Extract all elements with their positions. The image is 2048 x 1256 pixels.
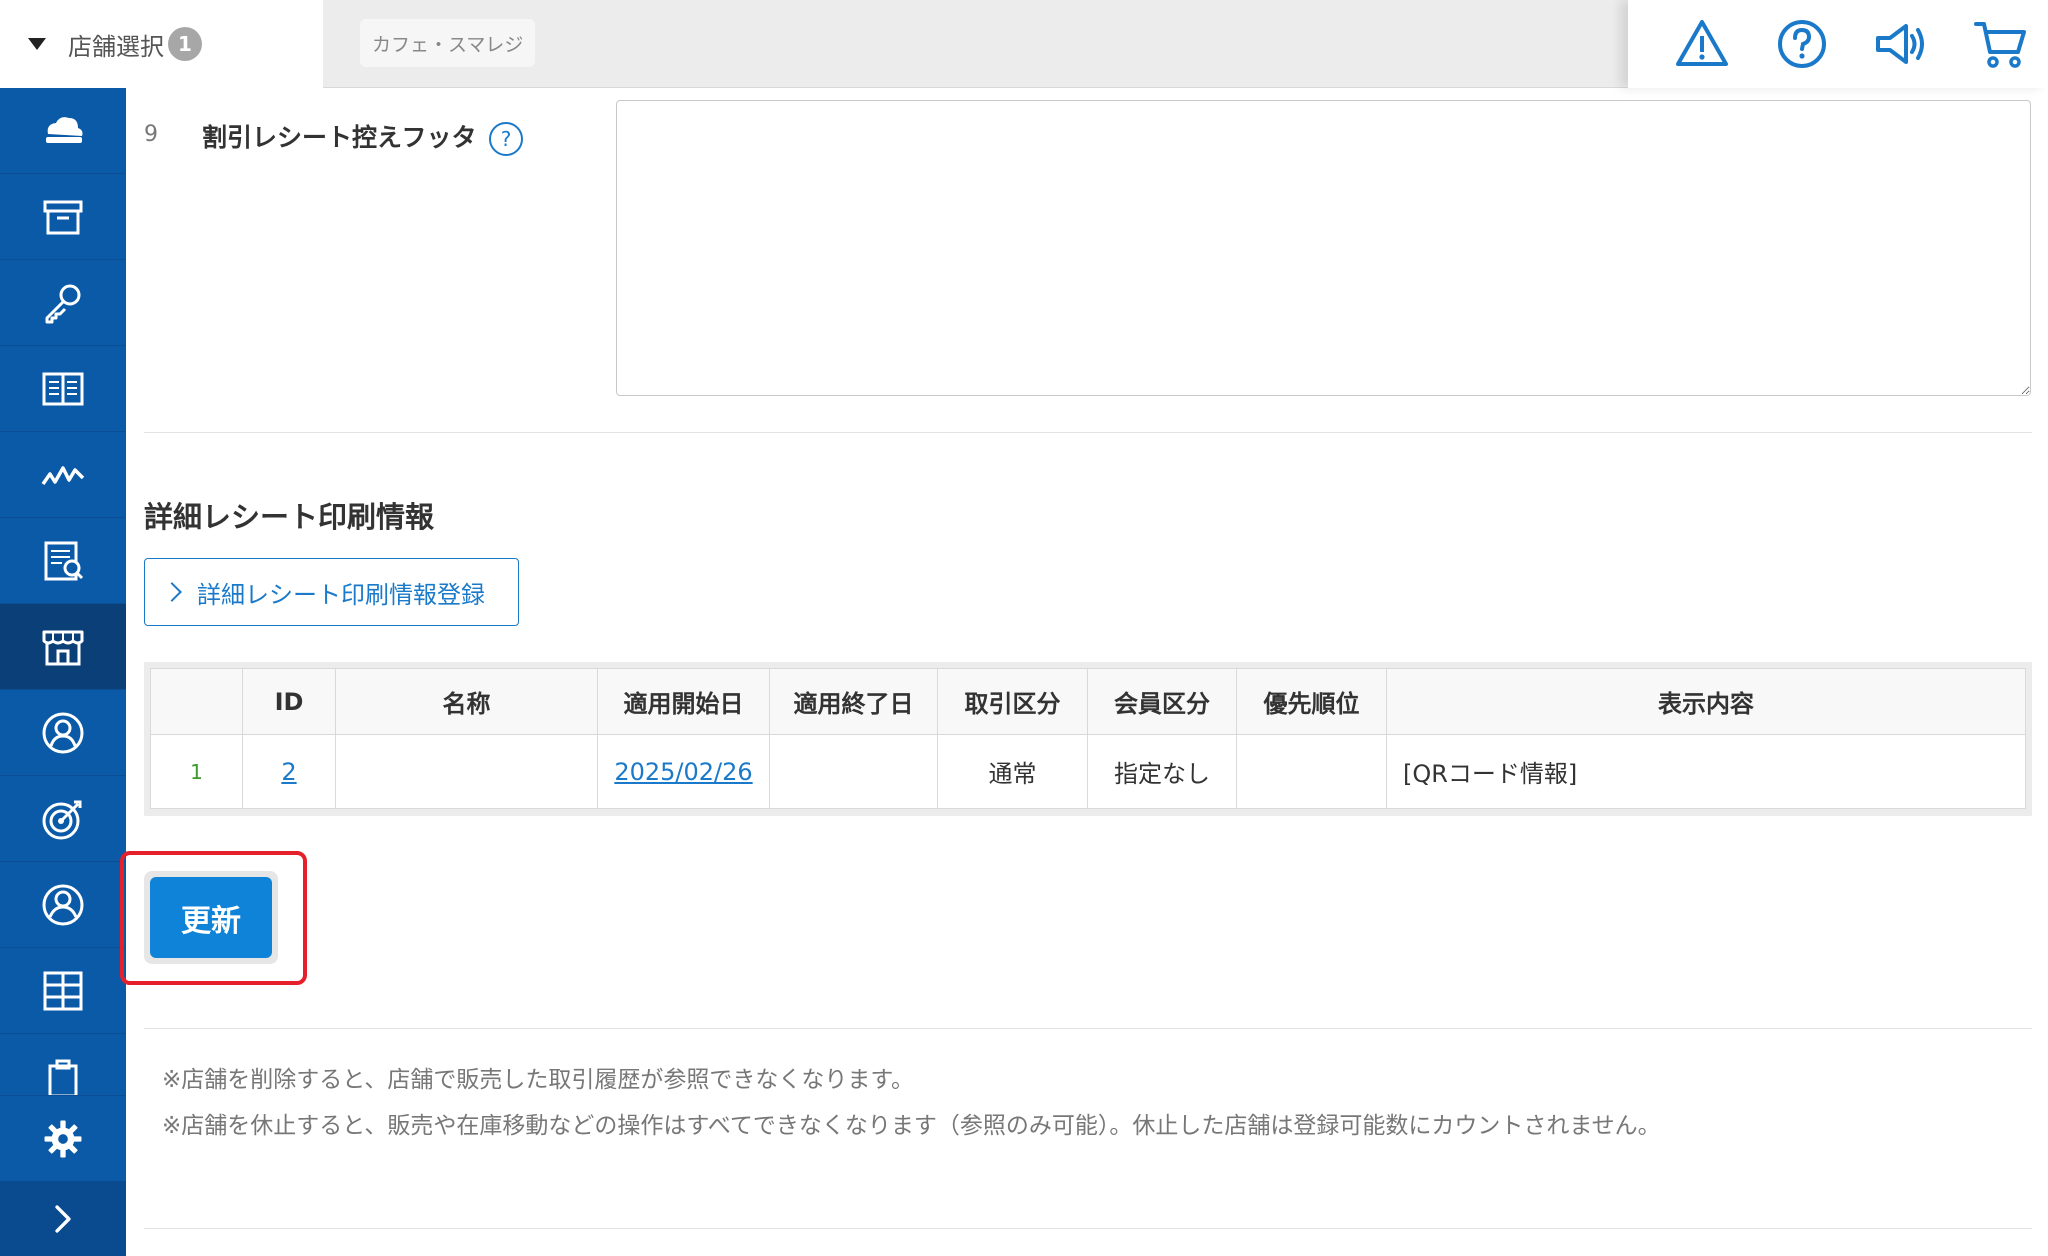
gear-icon bbox=[44, 1120, 82, 1157]
delete-store-note: ※店舗を削除すると、店舗で販売した取引履歴が参照できなくなります。 bbox=[162, 1067, 915, 1093]
col-header-member-type: 会員区分 bbox=[1087, 668, 1237, 735]
megaphone-icon[interactable] bbox=[1872, 16, 1928, 72]
sidebar-item-grid[interactable] bbox=[0, 948, 126, 1034]
row-number: 9 bbox=[144, 122, 158, 147]
sidebar-item-archive[interactable] bbox=[0, 174, 126, 260]
col-header-id: ID bbox=[242, 668, 336, 735]
section-divider bbox=[144, 432, 2032, 433]
cell-display-content: [QRコード情報] bbox=[1386, 734, 2026, 809]
detail-receipt-section-title: 詳細レシート印刷情報 bbox=[144, 500, 435, 534]
chevron-right-icon bbox=[55, 1204, 71, 1233]
archive-icon bbox=[43, 200, 83, 234]
key-icon bbox=[45, 284, 81, 323]
cell-id: 2 bbox=[242, 734, 336, 809]
col-header-display-content: 表示内容 bbox=[1386, 668, 2026, 735]
help-tooltip-icon[interactable]: ? bbox=[489, 122, 523, 156]
suspend-store-note: ※店舗を休止すると、販売や在庫移動などの操作はすべてできなくなります（参照のみ可… bbox=[162, 1113, 1661, 1139]
sidebar-item-target[interactable] bbox=[0, 776, 126, 862]
bottom-divider bbox=[144, 1228, 2032, 1229]
update-button[interactable]: 更新 bbox=[150, 877, 272, 958]
store-icon bbox=[42, 630, 84, 665]
discount-receipt-footer-textarea[interactable] bbox=[616, 100, 2031, 396]
sidebar-item-cloud[interactable] bbox=[0, 88, 126, 174]
col-header-transaction-type: 取引区分 bbox=[937, 668, 1088, 735]
cell-priority bbox=[1236, 734, 1387, 809]
user-icon bbox=[42, 884, 84, 925]
cell-end-date bbox=[769, 734, 938, 809]
sidebar bbox=[0, 88, 126, 1256]
target-icon bbox=[42, 800, 82, 839]
col-header-start-date: 適用開始日 bbox=[597, 668, 770, 735]
discount-receipt-footer-label: 割引レシート控えフッタ bbox=[202, 123, 477, 152]
caret-down-icon bbox=[28, 38, 46, 50]
register-detail-receipt-button[interactable]: 詳細レシート印刷情報登録 bbox=[144, 558, 519, 626]
selected-store-chip[interactable]: カフェ・スマレジ bbox=[360, 19, 536, 67]
book-icon bbox=[42, 372, 84, 405]
update-button-frame: 更新 bbox=[144, 871, 278, 964]
store-select-label: 店舗選択 bbox=[68, 32, 164, 61]
chart-icon bbox=[41, 465, 85, 485]
sidebar-item-key[interactable] bbox=[0, 260, 126, 346]
col-header-end-date: 適用終了日 bbox=[769, 668, 938, 735]
header-icon-area bbox=[1628, 0, 2048, 88]
sidebar-item-store[interactable] bbox=[0, 604, 126, 690]
help-icon[interactable] bbox=[1774, 16, 1830, 72]
sidebar-expand-button[interactable] bbox=[0, 1181, 126, 1256]
sidebar-item-user[interactable] bbox=[0, 862, 126, 948]
sidebar-item-settings[interactable] bbox=[0, 1095, 126, 1181]
col-header-priority: 優先順位 bbox=[1236, 668, 1387, 735]
table-row: 1 2 2025/02/26 通常 指定なし [QRコード情報] bbox=[150, 734, 2026, 809]
grid-icon bbox=[43, 971, 83, 1010]
cart-icon[interactable] bbox=[1972, 16, 2028, 72]
col-header-no bbox=[150, 668, 243, 735]
report-icon bbox=[44, 541, 84, 580]
clipboard-icon bbox=[48, 1059, 78, 1097]
chevron-right-icon bbox=[162, 582, 182, 602]
cloud-register-icon bbox=[46, 116, 83, 143]
store-select-dropdown[interactable]: 店舗選択 1 bbox=[0, 0, 323, 88]
store-count-badge: 1 bbox=[168, 27, 202, 61]
sidebar-item-report[interactable] bbox=[0, 518, 126, 604]
notes-divider bbox=[144, 1028, 2032, 1029]
sidebar-item-book[interactable] bbox=[0, 346, 126, 432]
cell-name bbox=[335, 734, 598, 809]
detail-receipt-table: ID 名称 適用開始日 適用終了日 取引区分 会員区分 優先順位 表示内容 1 … bbox=[144, 662, 2032, 816]
sidebar-item-customer[interactable] bbox=[0, 690, 126, 776]
start-date-link[interactable]: 2025/02/26 bbox=[614, 758, 752, 786]
cell-transaction-type: 通常 bbox=[937, 734, 1088, 809]
cell-start-date: 2025/02/26 bbox=[597, 734, 770, 809]
cell-member-type: 指定なし bbox=[1087, 734, 1237, 809]
id-link[interactable]: 2 bbox=[281, 758, 296, 786]
col-header-name: 名称 bbox=[335, 668, 598, 735]
warning-icon[interactable] bbox=[1674, 16, 1730, 72]
top-header: 店舗選択 1 カフェ・スマレジ bbox=[0, 0, 2048, 88]
customer-icon bbox=[42, 712, 84, 753]
sidebar-item-analytics[interactable] bbox=[0, 432, 126, 518]
cell-no: 1 bbox=[150, 734, 243, 809]
register-detail-receipt-label: 詳細レシート印刷情報登録 bbox=[197, 580, 485, 609]
